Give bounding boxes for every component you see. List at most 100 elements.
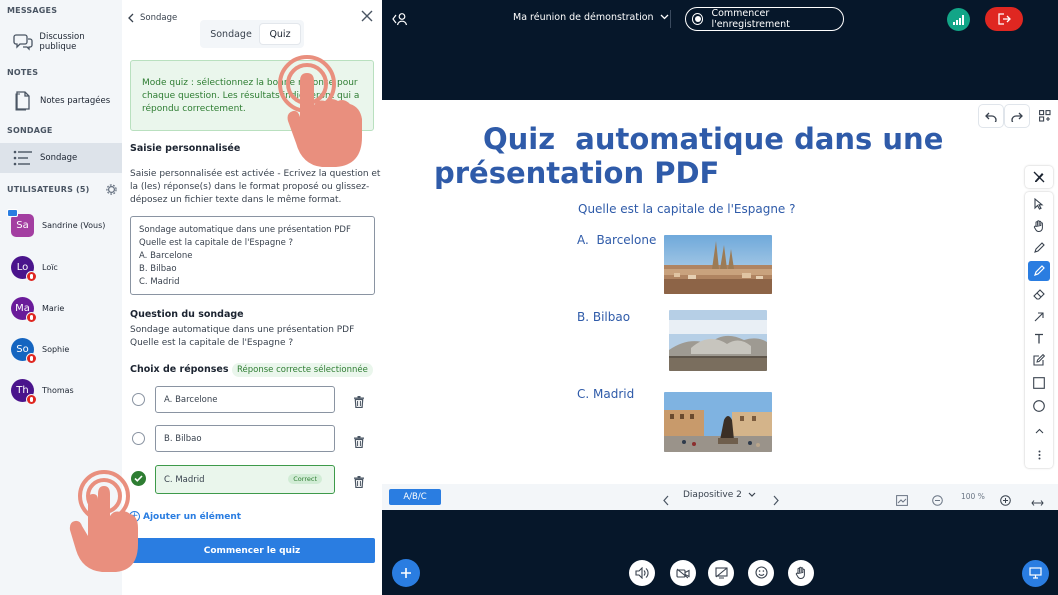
ellipse-icon bbox=[1033, 397, 1045, 416]
muted-mic-icon bbox=[26, 311, 37, 323]
audio-button[interactable] bbox=[629, 560, 655, 586]
tool-more-shapes[interactable] bbox=[1028, 418, 1050, 438]
user-list-item[interactable]: Sa Sandrine (Vous) bbox=[0, 208, 122, 240]
textarea-line: B. Bilbao bbox=[139, 264, 177, 274]
redo-icon bbox=[1011, 107, 1023, 126]
top-bar: Ma réunion de démonstration Commencer l'… bbox=[382, 0, 1058, 38]
avatar: Th bbox=[11, 378, 37, 405]
speaker-icon bbox=[635, 564, 649, 583]
chevron-down-icon bbox=[748, 490, 756, 500]
reactions-button[interactable] bbox=[748, 560, 774, 586]
tool-rectangle[interactable] bbox=[1028, 373, 1050, 393]
tool-more-options[interactable] bbox=[1028, 444, 1050, 464]
close-icon[interactable] bbox=[361, 7, 373, 26]
pen-off-icon bbox=[1033, 168, 1045, 187]
presentation-toggle-button[interactable] bbox=[1022, 560, 1049, 587]
start-recording-button[interactable]: Commencer l'enregistrement bbox=[685, 7, 844, 31]
tool-eraser[interactable] bbox=[1028, 284, 1050, 304]
raise-hand-button[interactable] bbox=[788, 560, 814, 586]
tap-hand-overlay-bottom bbox=[64, 470, 144, 575]
connection-status-button[interactable] bbox=[947, 8, 970, 31]
sidebar-item-poll[interactable]: Sondage bbox=[0, 143, 122, 173]
tool-note[interactable] bbox=[1028, 350, 1050, 370]
choice-radio[interactable] bbox=[132, 432, 145, 445]
chevron-left-icon bbox=[128, 8, 134, 27]
user-name: Thomas bbox=[42, 385, 74, 395]
presentation-icon bbox=[1029, 564, 1042, 583]
zoom-in-icon[interactable] bbox=[1000, 491, 1011, 510]
tool-pencil[interactable] bbox=[1028, 238, 1050, 258]
tool-hand[interactable] bbox=[1028, 216, 1050, 236]
choice-value: B. Bilbao bbox=[164, 433, 202, 444]
tap-hand-overlay-top bbox=[278, 55, 372, 170]
collapse-tools-button[interactable] bbox=[1025, 166, 1053, 188]
zoom-out-icon[interactable] bbox=[932, 491, 943, 510]
trash-icon[interactable] bbox=[354, 433, 364, 452]
trash-icon[interactable] bbox=[354, 393, 364, 412]
record-icon bbox=[692, 13, 704, 25]
tool-arrow[interactable] bbox=[1028, 306, 1050, 326]
question-title: Question du sondage bbox=[130, 309, 244, 320]
trash-icon[interactable] bbox=[354, 473, 364, 492]
user-list-item[interactable]: Th Thomas bbox=[0, 375, 122, 405]
actions-plus-button[interactable] bbox=[392, 559, 420, 587]
user-name: Loïc bbox=[42, 262, 58, 272]
pencil-icon bbox=[1033, 239, 1045, 258]
avatar: So bbox=[11, 337, 37, 364]
textarea-line: Quelle est la capitale de l'Espagne ? bbox=[139, 238, 294, 248]
tool-select[interactable] bbox=[1028, 194, 1050, 214]
tab-quiz[interactable]: Quiz bbox=[260, 24, 300, 44]
zoom-level: 100 % bbox=[961, 492, 985, 501]
meeting-title: Ma réunion de démonstration bbox=[513, 12, 654, 23]
apps-button[interactable] bbox=[1033, 105, 1057, 127]
tab-poll[interactable]: Sondage bbox=[204, 24, 258, 44]
camera-button[interactable] bbox=[670, 560, 696, 586]
undo-button[interactable] bbox=[979, 105, 1003, 127]
apps-icon bbox=[1039, 107, 1051, 126]
start-quiz-button[interactable]: Commencer le quiz bbox=[129, 538, 375, 563]
user-list-item[interactable]: Ma Marie bbox=[0, 293, 122, 323]
question-line: Quelle est la capitale de l'Espagne ? bbox=[130, 338, 294, 348]
choice-input[interactable]: A. Barcelone bbox=[155, 386, 335, 413]
choice-input[interactable]: B. Bilbao bbox=[155, 425, 335, 452]
sidebar-item-shared-notes[interactable]: Notes partagées bbox=[0, 86, 122, 116]
next-slide-icon[interactable] bbox=[773, 491, 779, 510]
custom-input-textarea[interactable]: Sondage automatique dans une présentatio… bbox=[130, 216, 375, 295]
question-line: Sondage automatique dans une présentatio… bbox=[130, 325, 355, 335]
add-item-button[interactable]: + Ajouter un élément bbox=[129, 511, 241, 522]
gear-icon[interactable] bbox=[106, 184, 117, 198]
tool-marker-active[interactable] bbox=[1028, 261, 1050, 281]
choice-input-correct[interactable]: C. Madrid Correct bbox=[155, 465, 335, 494]
record-label: Commencer l'enregistrement bbox=[711, 8, 790, 30]
quick-poll-abc-button[interactable]: A/B/C bbox=[389, 489, 441, 505]
more-vertical-icon bbox=[1038, 445, 1041, 464]
user-list-toggle-icon[interactable] bbox=[392, 11, 408, 30]
tool-text[interactable] bbox=[1028, 328, 1050, 348]
meeting-title-dropdown[interactable]: Ma réunion de démonstration bbox=[513, 12, 669, 23]
fit-width-icon[interactable] bbox=[896, 491, 908, 510]
bilbao-image bbox=[669, 310, 767, 371]
redo-button[interactable] bbox=[1005, 105, 1029, 127]
slide-selector[interactable]: Diapositive 2 bbox=[683, 490, 756, 500]
sidebar-item-public-chat[interactable]: Discussion publique bbox=[0, 27, 122, 57]
chevron-up-icon bbox=[1035, 419, 1044, 438]
tool-ellipse[interactable] bbox=[1028, 396, 1050, 416]
quick-poll-label: A/B/C bbox=[403, 492, 427, 502]
user-list-item[interactable]: Lo Loïc bbox=[0, 252, 122, 282]
sidebar-item-label: Discussion publique bbox=[39, 32, 85, 52]
question-text: Sondage automatique dans une présentatio… bbox=[130, 324, 354, 350]
fit-to-width-arrows-icon[interactable] bbox=[1031, 492, 1044, 511]
hand-icon bbox=[1033, 217, 1045, 236]
previous-slide-icon[interactable] bbox=[663, 491, 669, 510]
screen-share-button[interactable] bbox=[708, 560, 734, 586]
muted-mic-icon bbox=[26, 352, 37, 364]
back-button[interactable]: Sondage bbox=[128, 8, 177, 27]
screen-share-off-icon bbox=[714, 564, 728, 583]
slide-question: Quelle est la capitale de l'Espagne ? bbox=[578, 202, 796, 216]
choice-radio[interactable] bbox=[132, 393, 145, 406]
slide-option-a: A. Barcelone bbox=[577, 233, 657, 247]
presenter-icon bbox=[7, 208, 18, 217]
leave-meeting-button[interactable] bbox=[985, 7, 1023, 31]
leave-icon bbox=[997, 10, 1011, 29]
user-list-item[interactable]: So Sophie bbox=[0, 334, 122, 364]
